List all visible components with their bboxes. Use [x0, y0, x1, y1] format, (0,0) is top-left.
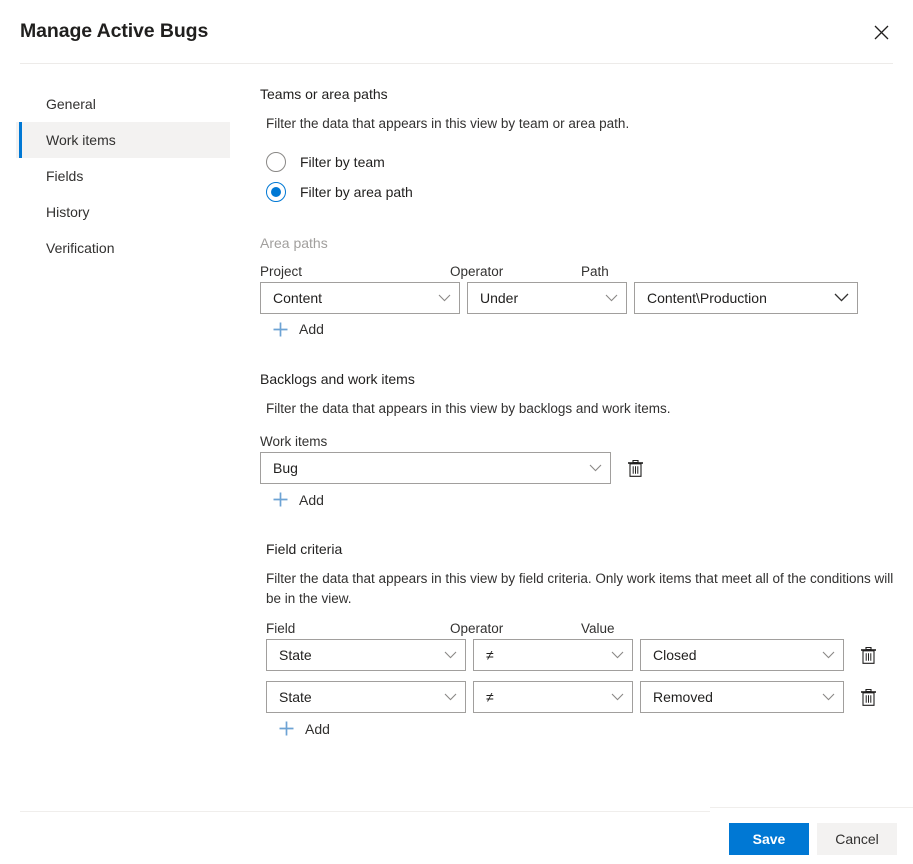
- chevron-down-icon: [605, 294, 618, 301]
- section-heading: Field criteria: [266, 541, 343, 558]
- operator-dropdown-value: Under: [480, 289, 519, 306]
- value-dropdown[interactable]: Closed: [640, 639, 844, 672]
- field-dropdown[interactable]: State: [266, 639, 466, 672]
- section-description: Filter the data that appears in this vie…: [266, 400, 671, 416]
- sidebar-item-general[interactable]: General: [16, 86, 230, 122]
- chevron-down-icon: [611, 693, 624, 701]
- trash-icon: [860, 646, 876, 664]
- sidebar-item-work-items[interactable]: Work items: [16, 122, 230, 158]
- delete-field-criteria-button[interactable]: [852, 681, 884, 713]
- add-field-criteria-button[interactable]: Add: [278, 720, 330, 737]
- sidebar-item-label: Work items: [46, 132, 116, 148]
- column-header-path: Path: [581, 263, 609, 279]
- delete-field-criteria-button[interactable]: [852, 639, 884, 671]
- work-items-dropdown[interactable]: Bug: [260, 452, 611, 485]
- plus-icon: [279, 721, 294, 736]
- operator-dropdown[interactable]: ≠: [473, 639, 633, 672]
- footer-divider-right: [710, 807, 913, 808]
- area-path-column-headers: Project Operator Path: [260, 264, 897, 279]
- value-dropdown[interactable]: Removed: [640, 681, 844, 714]
- plus-icon: [273, 492, 288, 507]
- field-dropdown[interactable]: State: [266, 681, 466, 714]
- chevron-down-icon: [611, 651, 624, 659]
- operator-dropdown-value: ≠: [486, 647, 494, 664]
- path-dropdown[interactable]: Content\Production: [634, 281, 858, 314]
- area-path-row: Content Under Content\Production: [260, 281, 897, 314]
- chevron-down-icon: [438, 294, 451, 301]
- trash-icon: [627, 459, 643, 477]
- project-dropdown[interactable]: Content: [260, 281, 460, 314]
- dialog-body: General Work items Fields History Verifi…: [0, 64, 913, 798]
- page-title: Manage Active Bugs: [20, 20, 209, 42]
- field-dropdown-value: State: [279, 689, 312, 706]
- column-header-operator: Operator: [450, 263, 504, 279]
- close-icon[interactable]: [859, 10, 903, 54]
- plus-icon: [273, 322, 288, 337]
- work-items-row: Bug: [260, 452, 897, 485]
- operator-dropdown[interactable]: ≠: [473, 681, 633, 714]
- teams-or-area-paths-section: Teams or area paths Filter the data that…: [260, 86, 897, 343]
- chevron-down-icon: [822, 693, 835, 701]
- work-items-label: Work items: [260, 434, 328, 450]
- sidebar-item-label: Fields: [46, 168, 84, 184]
- dialog-header: Manage Active Bugs: [0, 0, 913, 63]
- column-header-operator: Operator: [450, 621, 504, 637]
- radio-circle-selected-icon: [266, 181, 286, 202]
- add-label: Add: [299, 321, 324, 338]
- sidebar-item-fields[interactable]: Fields: [16, 158, 230, 194]
- chevron-down-icon: [444, 693, 457, 701]
- close-glyph: [874, 25, 888, 39]
- add-label: Add: [305, 720, 330, 737]
- value-dropdown-value: Closed: [653, 647, 697, 664]
- add-work-item-button[interactable]: Add: [272, 491, 324, 508]
- sidebar-item-history[interactable]: History: [16, 194, 230, 230]
- chevron-down-icon: [822, 651, 835, 659]
- sidebar-item-verification[interactable]: Verification: [16, 230, 230, 266]
- save-button[interactable]: Save: [729, 823, 809, 855]
- sidebar-item-label: Verification: [46, 240, 115, 256]
- operator-dropdown-value: ≠: [486, 689, 494, 706]
- footer-actions: Save Cancel: [729, 823, 897, 855]
- chevron-down-icon: [444, 651, 457, 659]
- radio-filter-by-area-path[interactable]: Filter by area path: [266, 177, 897, 207]
- dialog-footer: Save Cancel: [0, 797, 913, 864]
- section-heading: Teams or area paths: [260, 86, 388, 102]
- chevron-down-icon: [834, 293, 849, 302]
- radio-circle-icon: [266, 151, 286, 172]
- trash-icon: [860, 688, 876, 706]
- section-description: Filter the data that appears in this vie…: [266, 571, 894, 606]
- chevron-down-icon: [589, 464, 602, 472]
- sidebar-item-label: History: [46, 204, 90, 220]
- path-dropdown-value: Content\Production: [647, 289, 767, 306]
- work-items-dropdown-value: Bug: [273, 460, 298, 477]
- value-dropdown-value: Removed: [653, 689, 713, 706]
- area-paths-label: Area paths: [260, 234, 328, 251]
- field-dropdown-value: State: [279, 647, 312, 664]
- operator-dropdown[interactable]: Under: [467, 281, 627, 314]
- filter-mode-radio-group: Filter by team Filter by area path: [266, 147, 897, 207]
- project-dropdown-value: Content: [273, 289, 323, 306]
- field-criteria-section: Field criteria Filter the data that appe…: [266, 541, 897, 742]
- section-heading: Backlogs and work items: [260, 370, 415, 387]
- add-area-path-button[interactable]: Add: [272, 321, 324, 338]
- column-header-value: Value: [581, 621, 615, 637]
- field-criteria-row: State ≠ Closed: [266, 639, 897, 672]
- radio-filter-by-team[interactable]: Filter by team: [266, 147, 897, 177]
- settings-panel: Teams or area paths Filter the data that…: [230, 86, 913, 798]
- column-header-field: Field: [266, 621, 296, 637]
- backlogs-and-work-items-section: Backlogs and work items Filter the data …: [260, 371, 897, 514]
- sidebar-item-label: General: [46, 96, 96, 112]
- cancel-button[interactable]: Cancel: [817, 823, 897, 855]
- field-criteria-column-headers: Field Operator Value: [266, 621, 897, 636]
- field-criteria-row: State ≠ Removed: [266, 681, 897, 714]
- sidebar-nav: General Work items Fields History Verifi…: [0, 86, 230, 798]
- delete-work-item-button[interactable]: [619, 452, 651, 484]
- section-description: Filter the data that appears in this vie…: [266, 116, 630, 131]
- add-label: Add: [299, 491, 324, 508]
- column-header-project: Project: [260, 263, 303, 279]
- radio-label: Filter by team: [300, 153, 385, 170]
- footer-divider-left: [20, 811, 710, 812]
- radio-label: Filter by area path: [300, 183, 413, 200]
